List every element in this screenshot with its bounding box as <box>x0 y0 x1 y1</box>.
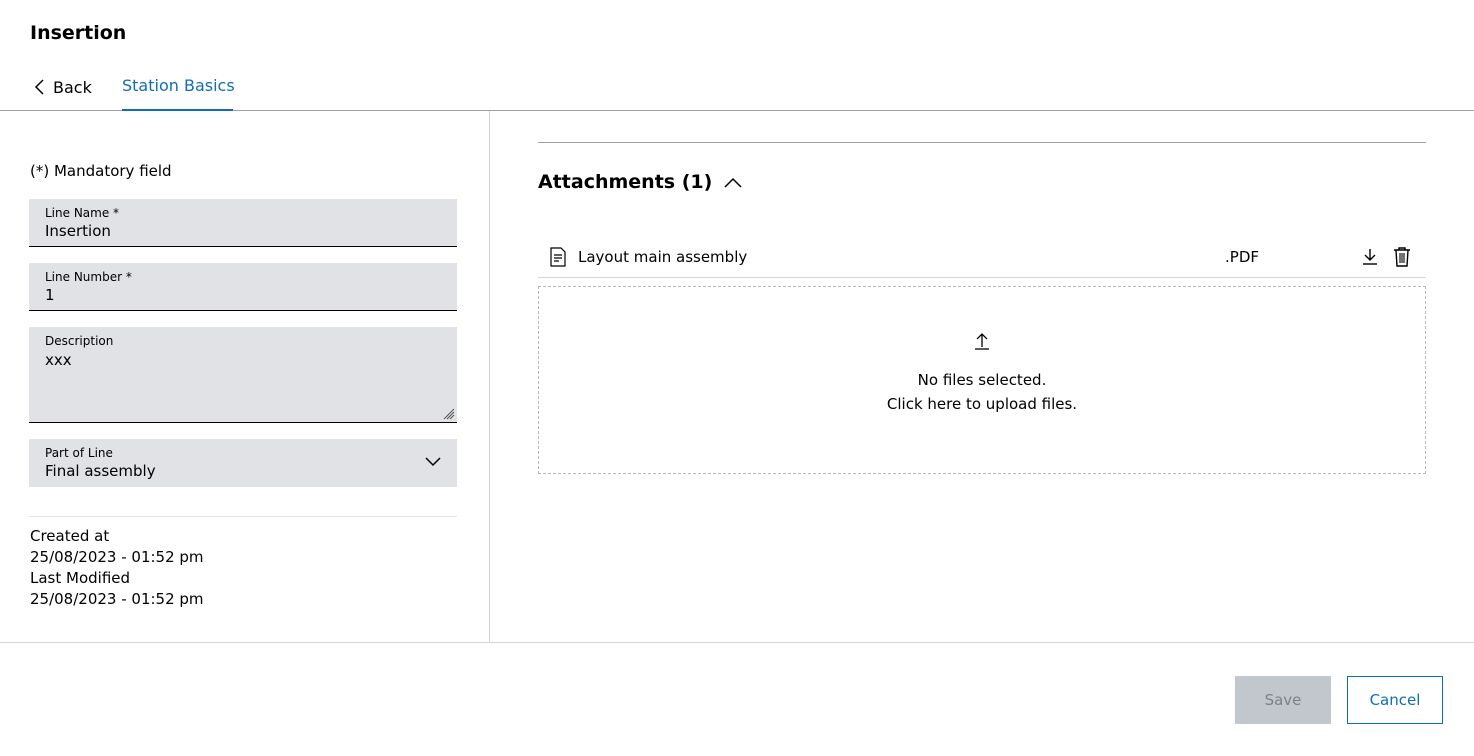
divider <box>538 142 1426 143</box>
dropzone-status: No files selected. <box>917 371 1047 389</box>
line-name-field[interactable]: Line Name * <box>29 199 457 247</box>
tab-bar: Back Station Basics <box>0 62 1474 111</box>
resize-grip-icon[interactable] <box>443 408 455 420</box>
chevron-up-icon <box>724 177 742 188</box>
chevron-left-icon <box>34 79 44 95</box>
back-button[interactable]: Back <box>34 76 92 98</box>
upload-icon <box>975 333 989 350</box>
line-number-field[interactable]: Line Number * <box>29 263 457 311</box>
line-number-label: Line Number * <box>45 270 132 284</box>
dropzone-hint: Click here to upload files. <box>886 395 1078 413</box>
attachment-type: .PDF <box>1225 248 1259 266</box>
attachments-toggle[interactable]: Attachments (1) <box>538 171 742 193</box>
back-label: Back <box>53 77 92 97</box>
attachment-name: Layout main assembly <box>578 248 748 266</box>
save-button[interactable]: Save <box>1235 676 1331 724</box>
line-number-input[interactable] <box>45 286 425 304</box>
upload-dropzone[interactable]: No files selected. Click here to upload … <box>538 286 1426 474</box>
line-name-label: Line Name * <box>45 206 120 220</box>
attachment-row: Layout main assembly .PDF <box>538 239 1426 278</box>
part-of-line-label: Part of Line <box>45 446 113 460</box>
part-of-line-select[interactable]: Part of Line Final assembly <box>29 439 457 487</box>
document-icon <box>550 247 566 267</box>
footer-bar: Save Cancel <box>0 642 1474 756</box>
created-at-label: Created at <box>30 527 110 545</box>
line-name-input[interactable] <box>45 222 425 240</box>
download-icon[interactable] <box>1361 247 1379 267</box>
last-modified-value: 25/08/2023 - 01:52 pm <box>30 590 204 608</box>
station-form-panel: (*) Mandatory field Line Name * Line Num… <box>0 111 490 642</box>
description-label: Description <box>45 334 114 348</box>
chevron-down-icon <box>425 457 441 467</box>
tab-station-basics[interactable]: Station Basics <box>122 62 235 111</box>
created-at-value: 25/08/2023 - 01:52 pm <box>30 548 204 566</box>
mandatory-note: (*) Mandatory field <box>30 162 172 180</box>
description-field[interactable]: Description xxx <box>29 327 457 423</box>
page-title: Insertion <box>30 22 127 44</box>
part-of-line-value: Final assembly <box>45 462 156 480</box>
divider <box>29 516 457 517</box>
trash-icon[interactable] <box>1393 246 1411 267</box>
attachments-panel: Attachments (1) Layout main assembly .PD… <box>490 111 1474 642</box>
last-modified-label: Last Modified <box>30 569 131 587</box>
cancel-button[interactable]: Cancel <box>1347 676 1443 724</box>
description-textarea[interactable]: xxx <box>45 351 425 369</box>
attachments-title: Attachments (1) <box>538 171 713 193</box>
